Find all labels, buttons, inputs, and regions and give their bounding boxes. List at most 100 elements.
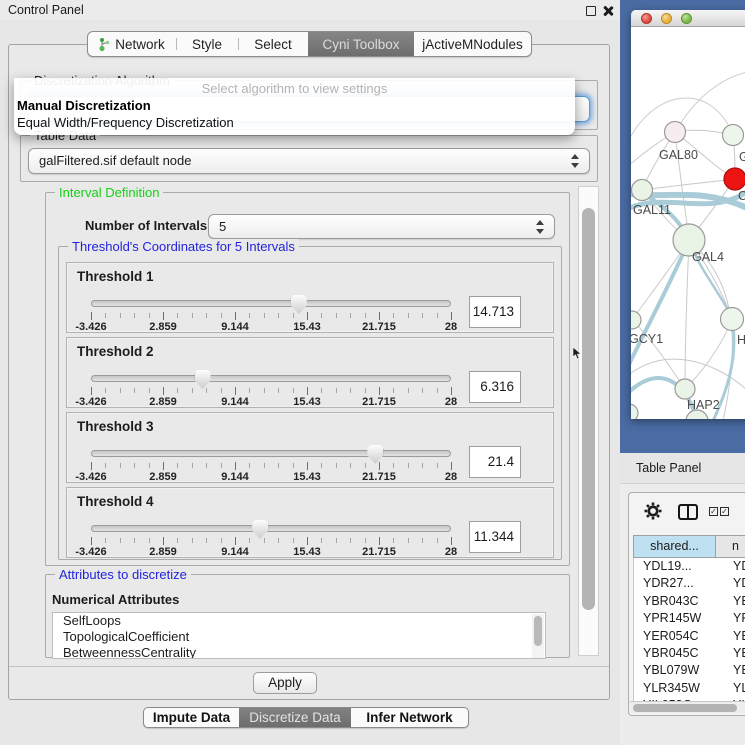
cell-shared-name: YBR043C: [643, 593, 699, 610]
tab-label: Cyni Toolbox: [322, 37, 399, 52]
tick-mark: [105, 388, 106, 393]
table-row[interactable]: YBR045CYBR0: [634, 645, 745, 662]
tab-jactivemnodules[interactable]: jActiveMNodules: [414, 32, 531, 56]
threshold-slider-thumb[interactable]: [195, 370, 211, 389]
table-data-combobox[interactable]: galFiltered.sif default node: [28, 148, 590, 174]
bottom-tabs: Impute DataDiscretize DataInfer Network: [143, 707, 469, 728]
tick-mark: [307, 312, 308, 320]
tick-mark: [437, 538, 438, 543]
tick-mark: [321, 463, 322, 468]
tick-mark: [321, 313, 322, 318]
attribute-item-topologicalcoefficient[interactable]: TopologicalCoefficient: [53, 629, 545, 645]
tick-mark: [192, 388, 193, 393]
columns-icon[interactable]: [678, 504, 698, 520]
tick-mark: [336, 388, 337, 393]
dropdown-item-equal-width[interactable]: Equal Width/Frequency Discretization: [17, 115, 234, 130]
close-window-icon[interactable]: [641, 13, 652, 24]
cell-name: YDR2: [733, 575, 745, 592]
tick-mark: [177, 538, 178, 543]
tab-infer-network[interactable]: Infer Network: [351, 708, 468, 727]
tick-mark: [336, 463, 337, 468]
tick-label: 2.859: [149, 321, 177, 333]
attribute-item-selfloops[interactable]: SelfLoops: [53, 613, 545, 629]
tab-style[interactable]: Style: [176, 32, 238, 56]
tick-mark: [235, 387, 236, 395]
tick-label: 21.715: [362, 546, 396, 558]
tick-mark: [451, 537, 452, 545]
threshold-slider-thumb[interactable]: [367, 445, 383, 464]
tick-mark: [206, 463, 207, 468]
tick-label: -3.426: [75, 321, 106, 333]
checkbox-icon[interactable]: ✓: [720, 507, 729, 516]
tick-mark: [293, 388, 294, 393]
table-row[interactable]: YER054CYER0: [634, 628, 745, 645]
tick-label: 2.859: [149, 471, 177, 483]
threshold-slider-track[interactable]: [91, 525, 451, 532]
threshold-panel-1: Threshold 1-3.4262.8599.14415.4321.71528…: [66, 262, 554, 333]
attributes-scrollbar[interactable]: [532, 614, 544, 659]
column-header-name[interactable]: n: [715, 535, 745, 558]
control-panel-titlebar: Control Panel: [0, 0, 620, 20]
svg-text:GAL4: GAL4: [692, 250, 724, 264]
tick-mark: [120, 313, 121, 318]
tick-mark: [422, 463, 423, 468]
tick-mark: [120, 538, 121, 543]
checkbox-icon[interactable]: ✓: [709, 507, 718, 516]
minimize-window-icon[interactable]: [661, 13, 672, 24]
apply-button[interactable]: Apply: [253, 672, 317, 694]
threshold-value-field[interactable]: 21.4: [469, 446, 521, 478]
numerical-attributes-list[interactable]: SelfLoopsTopologicalCoefficientBetweenne…: [52, 612, 546, 659]
tick-mark: [408, 388, 409, 393]
tab-impute-data[interactable]: Impute Data: [144, 708, 239, 727]
threshold-slider-track[interactable]: [91, 450, 451, 457]
threshold-value-field[interactable]: 14.713: [469, 296, 521, 328]
tick-mark: [221, 538, 222, 543]
float-panel-icon[interactable]: [586, 6, 596, 16]
threshold-label: Threshold 4: [77, 494, 154, 509]
close-panel-icon[interactable]: [602, 5, 614, 17]
column-header-shared-name[interactable]: shared...: [633, 535, 716, 558]
table-row[interactable]: YPR145WYPR1: [634, 610, 745, 627]
cell-shared-name: YPR145W: [643, 610, 701, 627]
threshold-slider-thumb[interactable]: [252, 520, 268, 539]
cell-shared-name: YLR345W: [643, 680, 700, 697]
tick-mark: [350, 463, 351, 468]
tick-mark: [408, 313, 409, 318]
tick-mark: [249, 538, 250, 543]
dropdown-item-manual-discretization[interactable]: Manual Discretization: [17, 98, 151, 113]
threshold-value-field[interactable]: 11.344: [469, 521, 521, 553]
table-hscrollbar[interactable]: [630, 701, 745, 713]
tab-label: Select: [254, 37, 292, 52]
threshold-slider-thumb[interactable]: [291, 295, 307, 314]
tick-mark: [451, 387, 452, 395]
network-view[interactable]: GAL80GACGAL11GAL4GCY1HHAP2: [631, 28, 745, 422]
table-row[interactable]: YBR043CYBR0: [634, 593, 745, 610]
attribute-item-betweennesscentrality[interactable]: BetweennessCentrality: [53, 645, 545, 659]
table-row[interactable]: YLR345WYLR3: [634, 680, 745, 697]
zoom-window-icon[interactable]: [681, 13, 692, 24]
tick-mark: [105, 463, 106, 468]
tab-network[interactable]: Network: [88, 32, 176, 56]
tab-discretize-data[interactable]: Discretize Data: [239, 708, 351, 727]
tab-cyni-toolbox[interactable]: Cyni Toolbox: [308, 32, 414, 56]
tick-mark: [350, 313, 351, 318]
table-row[interactable]: YDL19...YDL1: [634, 558, 745, 575]
tick-mark: [120, 463, 121, 468]
tick-mark: [350, 388, 351, 393]
threshold-panel-4: Threshold 4-3.4262.8599.14415.4321.71528…: [66, 487, 554, 558]
settings-scrollbar-thumb[interactable]: [582, 208, 595, 610]
table-row[interactable]: YBL079WYBL0: [634, 662, 745, 679]
table-row[interactable]: YDR27...YDR2: [634, 575, 745, 592]
threshold-value-field[interactable]: 6.316: [469, 371, 521, 403]
tick-mark: [437, 313, 438, 318]
dropdown-placeholder-item[interactable]: Select algorithm to view settings: [14, 81, 575, 96]
threshold-slider-track[interactable]: [91, 300, 451, 307]
tab-select[interactable]: Select: [238, 32, 308, 56]
threshold-slider-track[interactable]: [91, 375, 451, 382]
gear-icon[interactable]: [644, 502, 662, 520]
number-of-intervals-combobox[interactable]: 5: [208, 214, 555, 239]
threshold-panel-2: Threshold 2-3.4262.8599.14415.4321.71528…: [66, 337, 554, 408]
cell-name: YBL0: [733, 662, 745, 679]
tick-mark: [408, 463, 409, 468]
network-window-titlebar[interactable]: [631, 10, 745, 27]
